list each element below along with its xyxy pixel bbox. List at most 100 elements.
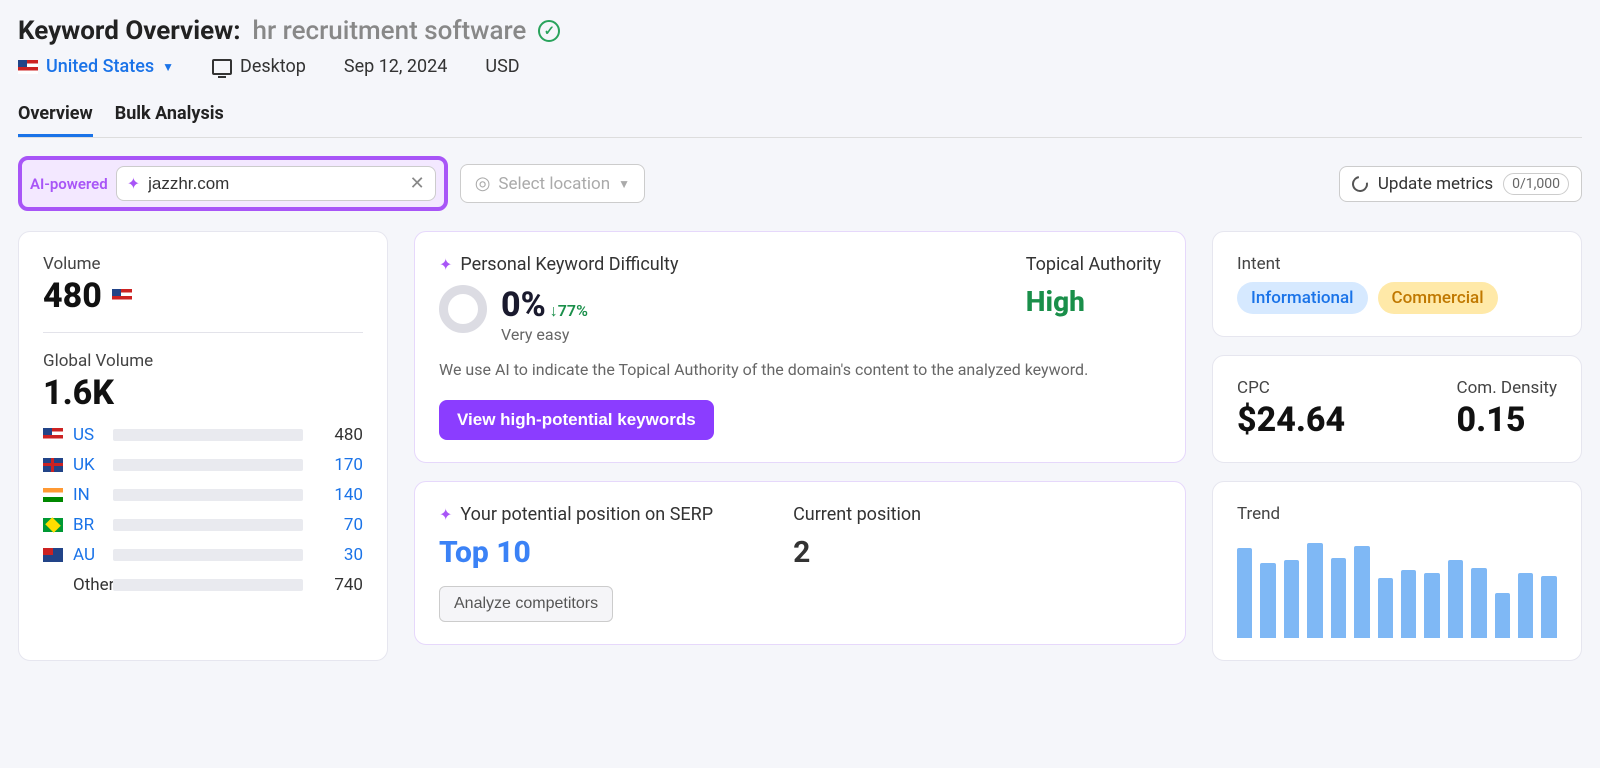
flag-icon	[43, 518, 63, 532]
trend-label: Trend	[1237, 504, 1557, 524]
view-keywords-button[interactable]: View high-potential keywords	[439, 400, 714, 440]
tab-bulk-analysis[interactable]: Bulk Analysis	[115, 103, 224, 137]
country-selector[interactable]: United States ▼	[18, 56, 174, 77]
country-row[interactable]: US 480	[43, 425, 363, 445]
country-code: UK	[73, 455, 103, 475]
other-volume: 740	[313, 575, 363, 595]
global-volume-value: 1.6K	[43, 373, 363, 413]
intent-label: Intent	[1237, 254, 1557, 274]
current-pos-title: Current position	[793, 504, 921, 525]
ai-powered-label: AI-powered	[30, 175, 108, 193]
current-pos-value: 2	[793, 535, 921, 570]
currency-label: USD	[485, 56, 519, 77]
country-label: United States	[46, 56, 154, 77]
flag-icon	[43, 548, 63, 562]
update-label: Update metrics	[1378, 174, 1493, 194]
pkd-note: We use AI to indicate the Topical Author…	[439, 358, 1161, 382]
trend-card: Trend	[1212, 481, 1582, 661]
sparkle-icon: ✦	[439, 255, 452, 274]
serp-card: ✦ Your potential position on SERP Top 10…	[414, 481, 1186, 645]
domain-input[interactable]	[148, 174, 402, 194]
clear-icon[interactable]: ✕	[410, 173, 425, 194]
intent-card: Intent Informational Commercial	[1212, 231, 1582, 337]
trend-bar	[1260, 563, 1275, 638]
trend-bar	[1495, 593, 1510, 638]
update-counter: 0/1,000	[1503, 173, 1569, 195]
serp-title: Your potential position on SERP	[460, 504, 713, 525]
trend-bar	[1378, 578, 1393, 638]
volume-bar	[113, 549, 303, 561]
country-volume: 70	[313, 515, 363, 535]
tab-overview[interactable]: Overview	[18, 103, 93, 137]
country-volume: 140	[313, 485, 363, 505]
country-row[interactable]: BR 70	[43, 515, 363, 535]
country-row[interactable]: UK 170	[43, 455, 363, 475]
trend-bar	[1284, 560, 1299, 638]
ta-title: Topical Authority	[1026, 254, 1161, 275]
cpc-value: $24.64	[1237, 400, 1345, 440]
trend-bar	[1237, 548, 1252, 638]
update-metrics-button[interactable]: Update metrics 0/1,000	[1339, 166, 1582, 202]
volume-label: Volume	[43, 254, 363, 274]
global-volume-label: Global Volume	[43, 351, 363, 371]
ta-value: High	[1026, 285, 1161, 318]
flag-icon	[43, 428, 63, 442]
flag-icon	[43, 458, 63, 472]
keyword-text: hr recruitment software	[253, 16, 527, 46]
ai-domain-box: AI-powered ✦ ✕	[18, 156, 448, 211]
trend-bar	[1518, 573, 1533, 638]
cd-value: 0.15	[1457, 400, 1557, 440]
cd-label: Com. Density	[1457, 378, 1557, 398]
desktop-icon	[212, 59, 232, 75]
trend-bar	[1331, 558, 1346, 638]
location-placeholder: Select location	[498, 174, 610, 194]
pin-icon: ◎	[475, 173, 491, 194]
analyze-competitors-button[interactable]: Analyze competitors	[439, 586, 613, 622]
country-volume: 30	[313, 545, 363, 565]
pkd-title: Personal Keyword Difficulty	[460, 254, 678, 275]
country-code: US	[73, 425, 103, 445]
date-label: Sep 12, 2024	[344, 56, 448, 77]
trend-bar	[1307, 543, 1322, 638]
trend-bar	[1401, 570, 1416, 638]
volume-value: 480	[43, 276, 102, 316]
cpc-label: CPC	[1237, 378, 1345, 398]
chevron-down-icon: ▼	[618, 177, 630, 191]
pkd-card: ✦ Personal Keyword Difficulty 0% ↓77% Ve…	[414, 231, 1186, 463]
pkd-value: 0%	[501, 285, 546, 325]
flag-us-icon	[18, 60, 38, 74]
country-volume: 480	[313, 425, 363, 445]
country-code: BR	[73, 515, 103, 535]
serp-potential: Top 10	[439, 535, 713, 570]
country-code: AU	[73, 545, 103, 565]
country-row-other[interactable]: Other 740	[43, 575, 363, 595]
chevron-down-icon: ▼	[162, 60, 174, 74]
flag-us-icon	[112, 289, 132, 303]
volume-bar	[113, 459, 303, 471]
page-title: Keyword Overview:	[18, 16, 241, 46]
domain-input-wrap[interactable]: ✦ ✕	[116, 166, 436, 201]
pkd-delta: ↓77%	[550, 301, 588, 320]
device-label: Desktop	[240, 56, 306, 77]
trend-bar	[1471, 568, 1486, 638]
pkd-ease: Very easy	[501, 325, 588, 344]
volume-bar	[113, 429, 303, 441]
volume-card: Volume 480 Global Volume 1.6K US 480 UK …	[18, 231, 388, 661]
location-selector[interactable]: ◎ Select location ▼	[460, 164, 645, 203]
volume-bar	[113, 489, 303, 501]
cpc-card: CPC $24.64 Com. Density 0.15	[1212, 355, 1582, 463]
intent-informational-pill[interactable]: Informational	[1237, 282, 1368, 314]
trend-bar	[1354, 546, 1369, 638]
device-selector[interactable]: Desktop	[212, 56, 306, 77]
trend-bar	[1541, 576, 1556, 638]
country-row[interactable]: AU 30	[43, 545, 363, 565]
sparkle-icon: ✦	[127, 174, 140, 193]
country-row[interactable]: IN 140	[43, 485, 363, 505]
difficulty-donut-icon	[439, 285, 487, 333]
check-icon: ✓	[538, 20, 560, 42]
trend-bar	[1448, 560, 1463, 638]
intent-commercial-pill[interactable]: Commercial	[1378, 282, 1498, 314]
sparkle-icon: ✦	[439, 505, 452, 524]
country-volume: 170	[313, 455, 363, 475]
volume-bar	[113, 519, 303, 531]
